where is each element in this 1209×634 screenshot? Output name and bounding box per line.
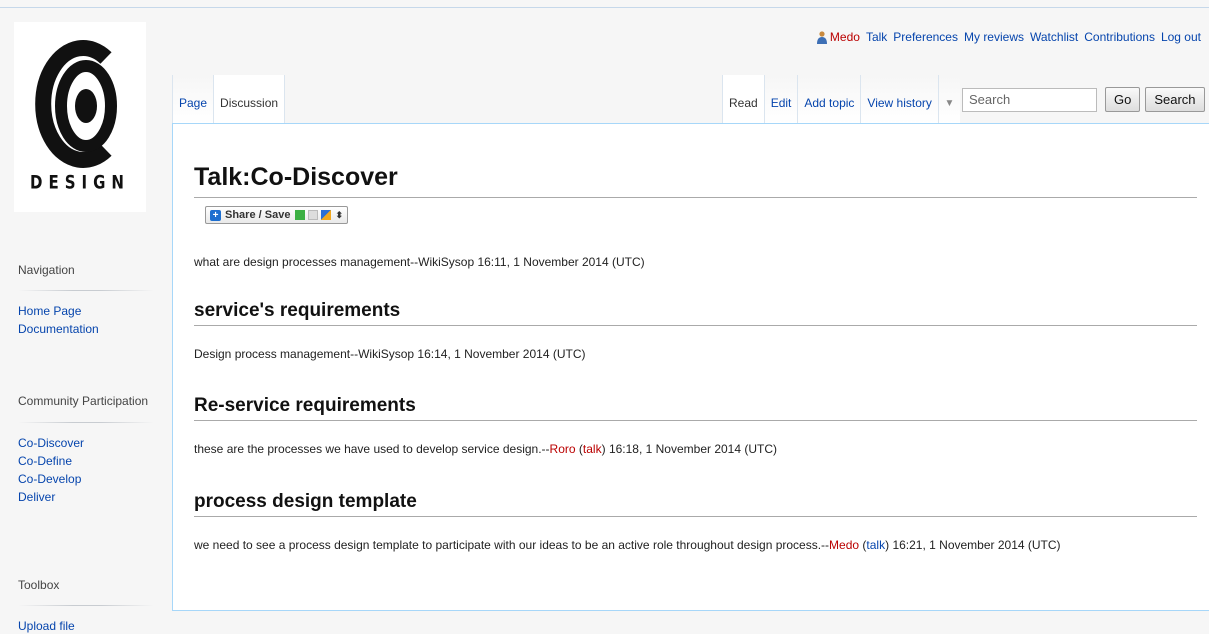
user-talk-link[interactable]: talk	[583, 442, 602, 456]
sidebar-divider	[18, 605, 154, 606]
search-button[interactable]: Search	[1145, 87, 1205, 112]
co-design-logo-icon	[35, 40, 117, 168]
go-button[interactable]: Go	[1105, 87, 1141, 112]
site-logo[interactable]: DESIGN	[14, 22, 146, 212]
sidebar-item-home-page[interactable]: Home Page	[18, 304, 81, 318]
namespace-tabs: Page Discussion	[172, 75, 286, 124]
share-green-icon	[295, 210, 306, 220]
section-comment: these are the processes we have used to …	[194, 442, 778, 456]
sidebar-heading-community: Community Participation	[18, 394, 149, 408]
tab-view-history[interactable]: View history	[860, 75, 938, 124]
logo-wordmark: DESIGN	[30, 170, 130, 194]
personal-talk-link[interactable]: Talk	[866, 30, 887, 44]
search-input[interactable]	[962, 87, 1097, 112]
search-form: Go Search	[962, 87, 1205, 112]
tab-read[interactable]: Read	[722, 75, 764, 124]
more-actions-dropdown[interactable]: ▼	[937, 75, 960, 124]
sidebar-item-documentation[interactable]: Documentation	[18, 322, 99, 336]
share-save-button[interactable]: + Share / Save ⬍	[205, 206, 348, 224]
personal-preferences-link[interactable]: Preferences	[893, 30, 958, 44]
caret-updown-icon: ⬍	[335, 209, 343, 220]
sidebar-heading-toolbox: Toolbox	[18, 578, 60, 592]
user-link-roro[interactable]: Roro	[550, 442, 576, 456]
sidebar-item-co-discover[interactable]: Co-Discover	[18, 436, 84, 450]
plus-icon: +	[210, 209, 221, 221]
sidebar-item-co-develop[interactable]: Co-Develop	[18, 472, 81, 486]
intro-comment: what are design processes management--Wi…	[194, 255, 645, 269]
content-area: Talk:Co-Discover + Share / Save ⬍ what a…	[172, 123, 1209, 611]
signature-time: 16:21, 1 November 2014 (UTC)	[892, 538, 1061, 552]
view-tabs: Read Edit Add topic View history ▼	[722, 75, 960, 124]
sidebar-item-upload-file[interactable]: Upload file	[18, 619, 75, 633]
tab-edit[interactable]: Edit	[763, 75, 798, 124]
page-title: Talk:Co-Discover	[194, 159, 1197, 198]
share-bookmark-icon	[308, 210, 319, 220]
share-save-label: Share / Save	[225, 209, 291, 221]
section-heading: Re-service requirements	[194, 393, 1197, 421]
share-network-icon	[321, 210, 332, 220]
chevron-down-icon: ▼	[944, 98, 955, 109]
personal-user-link[interactable]: Medo	[830, 30, 860, 44]
section-comment: Design process management--WikiSysop 16:…	[194, 347, 586, 361]
personal-contributions-link[interactable]: Contributions	[1084, 30, 1155, 44]
sidebar-divider	[18, 290, 154, 291]
signature-time: 16:18, 1 November 2014 (UTC)	[608, 442, 778, 456]
personal-watchlist-link[interactable]: Watchlist	[1030, 30, 1078, 44]
user-talk-link[interactable]: talk	[866, 538, 885, 552]
tab-page[interactable]: Page	[172, 75, 214, 124]
personal-tools: Medo Talk Preferences My reviews Watchli…	[816, 30, 1201, 44]
user-link-medo[interactable]: Medo	[829, 538, 859, 552]
tab-add-topic[interactable]: Add topic	[797, 75, 861, 124]
sidebar-item-deliver[interactable]: Deliver	[18, 490, 55, 504]
sidebar-heading-navigation: Navigation	[18, 263, 75, 277]
section-comment: we need to see a process design template…	[194, 538, 1061, 552]
sidebar-divider	[18, 422, 154, 423]
sidebar-item-co-define[interactable]: Co-Define	[18, 454, 72, 468]
personal-logout-link[interactable]: Log out	[1161, 30, 1201, 44]
comment-text: these are the processes we have used to …	[194, 442, 550, 456]
top-divider	[0, 7, 1209, 8]
comment-text: we need to see a process design template…	[194, 538, 830, 552]
section-heading: process design template	[194, 489, 1197, 517]
personal-my-reviews-link[interactable]: My reviews	[964, 30, 1024, 44]
section-heading: service's requirements	[194, 298, 1197, 326]
tab-discussion[interactable]: Discussion	[213, 75, 286, 124]
user-icon	[816, 30, 827, 44]
